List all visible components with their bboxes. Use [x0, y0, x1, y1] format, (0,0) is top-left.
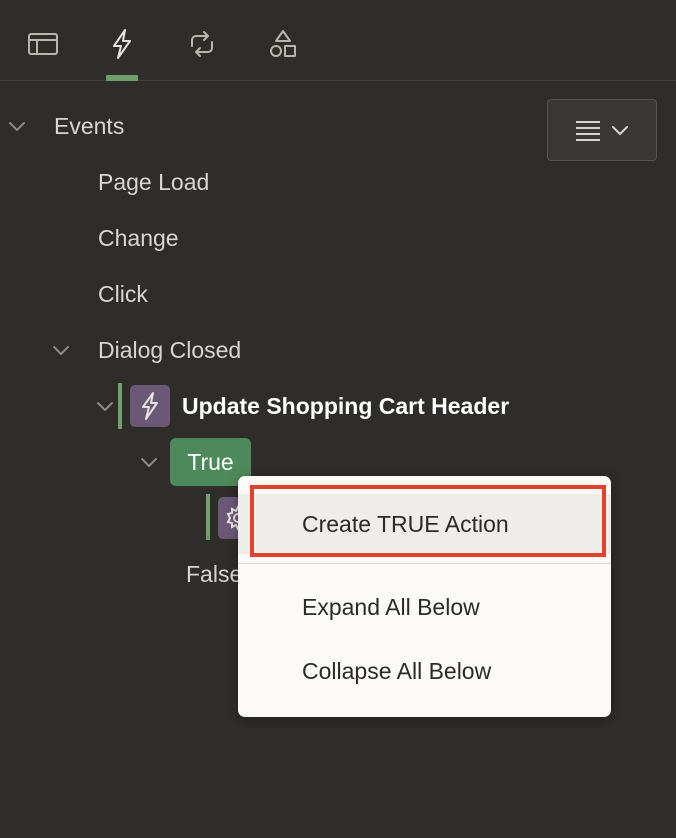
- collapse-all-below-menu-item[interactable]: Collapse All Below: [238, 641, 611, 701]
- tree-node-events[interactable]: Events: [54, 113, 124, 140]
- create-true-action-menu-item[interactable]: Create TRUE Action: [238, 494, 611, 554]
- chevron-down-icon: [612, 126, 628, 135]
- chevron-down-icon[interactable]: [93, 395, 117, 419]
- selection-bar: [118, 383, 122, 429]
- tab-shared-components[interactable]: [261, 22, 305, 66]
- tree-node-dynamic-action[interactable]: Update Shopping Cart Header: [182, 393, 509, 420]
- menu-divider: [238, 563, 611, 564]
- tree-node-click[interactable]: Click: [98, 281, 148, 308]
- tree-menu-button[interactable]: [547, 99, 657, 161]
- layout-icon: [28, 33, 58, 55]
- tree-node-false[interactable]: False: [186, 561, 242, 588]
- tree-node-change[interactable]: Change: [98, 225, 179, 252]
- shapes-icon: [270, 30, 296, 57]
- tree-node-page-load[interactable]: Page Load: [98, 169, 209, 196]
- dynamic-action-icon: [130, 385, 170, 427]
- tab-rendering[interactable]: [21, 22, 65, 66]
- lightning-icon: [142, 392, 158, 420]
- hamburger-icon: [576, 121, 600, 141]
- chevron-down-icon[interactable]: [5, 115, 29, 139]
- expand-all-below-menu-item[interactable]: Expand All Below: [238, 577, 611, 637]
- refresh-icon: [191, 31, 213, 57]
- tab-dynamic-actions[interactable]: [100, 22, 144, 66]
- tab-bar: [0, 0, 676, 81]
- tree-node-dialog-closed[interactable]: Dialog Closed: [98, 337, 241, 364]
- active-tab-indicator: [106, 75, 138, 81]
- chevron-down-icon[interactable]: [137, 451, 161, 475]
- chevron-down-icon[interactable]: [49, 339, 73, 363]
- tab-processing[interactable]: [180, 22, 224, 66]
- context-menu: Create TRUE Action Expand All Below Coll…: [238, 476, 611, 717]
- selection-bar: [206, 494, 210, 540]
- lightning-icon: [113, 29, 131, 59]
